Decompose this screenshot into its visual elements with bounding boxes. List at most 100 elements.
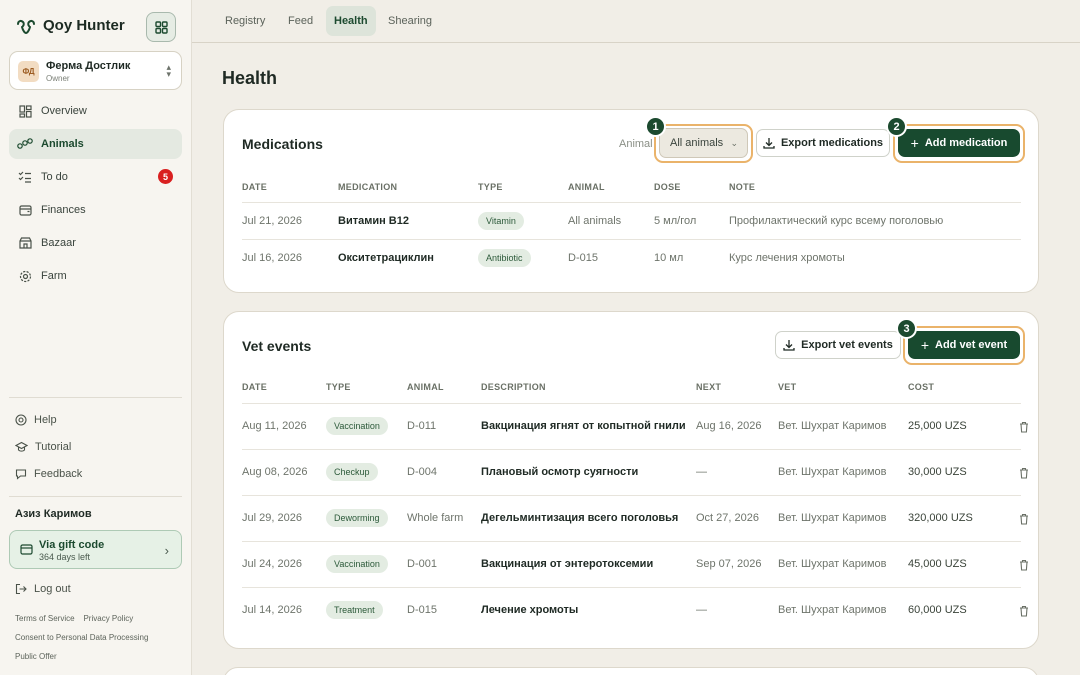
sidebar-item-todo[interactable]: To do 5 [9,162,182,192]
privacy-link[interactable]: Privacy Policy [83,614,133,623]
column-header: DATE [242,382,268,392]
tutorial-link[interactable]: Tutorial [15,441,71,453]
footer-links: Terms of Service Privacy Policy [15,614,133,623]
sidebar-item-finances[interactable]: Finances [9,195,182,225]
user-name: Азиз Каримов [15,508,92,520]
column-header: TYPE [326,382,351,392]
column-header: DESCRIPTION [481,382,546,392]
vet-cell: Вет. Шухрат Каримов [778,558,887,570]
cost-cell: 60,000 UZS [908,604,967,616]
vet-events-title: Vet events [242,338,312,354]
sidebar-item-animals[interactable]: Animals [9,129,182,159]
divider [9,397,182,398]
next-cell: Sep 07, 2026 [696,558,762,570]
add-medication-button[interactable]: + Add medication [898,129,1020,157]
page-title: Health [222,68,278,88]
table-row[interactable]: Jul 21, 2026 Витамин B12 Vitamin All ani… [242,202,1021,239]
sidebar-item-label: Bazaar [41,237,76,249]
cost-cell: 320,000 UZS [908,512,973,524]
table-row[interactable]: Jul 29, 2026 Deworming Whole farm Дегель… [242,495,1028,541]
next-card [223,667,1039,675]
cost-cell: 25,000 UZS [908,420,967,432]
consent-link[interactable]: Consent to Personal Data Processing [15,633,148,642]
bazaar-icon [18,237,32,249]
sidebar-item-farm[interactable]: Farm [9,261,182,291]
table-row[interactable]: Aug 08, 2026 Checkup D-004 Плановый осмо… [242,449,1028,495]
export-medications-button[interactable]: Export medications [756,129,890,157]
todo-icon [18,171,31,183]
type-pill: Deworming [326,509,388,527]
sidebar: Qoy Hunter ФД Ферма Достлик Owner ▴ ▾ Ove… [0,0,192,675]
column-header: MEDICATION [338,182,398,192]
gear-icon [19,270,31,282]
note-cell: Курс лечения хромоты [729,252,845,264]
table-row[interactable]: Jul 24, 2026 Vaccination D-001 Вакцинаци… [242,541,1028,587]
help-icon [15,414,27,426]
column-header: DATE [242,182,268,192]
type-pill: Checkup [326,463,378,481]
animal-cell: D-004 [407,466,437,478]
offer-link[interactable]: Public Offer [15,652,57,661]
column-header: NOTE [729,182,756,192]
export-label: Export medications [780,137,884,149]
gift-code-card[interactable]: Via gift code 364 days left › [9,530,182,569]
trash-icon[interactable] [1018,421,1030,433]
farm-switcher[interactable]: ФД Ферма Достлик Owner ▴ ▾ [9,51,182,90]
table-row[interactable]: Jul 16, 2026 Окситетрациклин Antibiotic … [242,239,1021,276]
gift-title: Via gift code [39,539,105,551]
terms-link[interactable]: Terms of Service [15,614,75,623]
column-header: TYPE [478,182,503,192]
animal-filter-label: Animal [619,138,653,150]
column-header: VET [778,382,797,392]
sidebar-item-label: Overview [41,105,87,117]
export-vet-events-button[interactable]: Export vet events [775,331,901,359]
tab-registry[interactable]: Registry [217,6,273,36]
trash-icon[interactable] [1018,467,1030,479]
trash-icon[interactable] [1018,559,1030,571]
medication-cell: Окситетрациклин [338,252,434,264]
trash-icon[interactable] [1018,513,1030,525]
farm-avatar: ФД [18,61,39,82]
card-icon [20,544,33,555]
date-cell: Jul 21, 2026 [242,215,302,227]
brand[interactable]: Qoy Hunter [16,17,125,34]
medications-title: Medications [242,136,323,152]
date-cell: Jul 14, 2026 [242,604,302,616]
add-vet-event-button[interactable]: + Add vet event [908,331,1020,359]
medication-cell: Витамин B12 [338,215,409,227]
description-cell: Лечение хромоты [481,604,579,616]
table-row[interactable]: Aug 11, 2026 Vaccination D-011 Вакцинаци… [242,403,1028,449]
apps-grid-button[interactable] [146,12,176,42]
tab-shearing[interactable]: Shearing [380,6,440,36]
sidebar-item-label: To do [41,171,68,183]
sidebar-item-bazaar[interactable]: Bazaar [9,228,182,258]
tab-health[interactable]: Health [326,6,376,36]
table-row[interactable]: Jul 14, 2026 Treatment D-015 Лечение хро… [242,587,1028,633]
trash-icon[interactable] [1018,605,1030,617]
gift-subtitle: 364 days left [39,552,91,562]
help-label: Help [34,414,57,426]
help-link[interactable]: Help [15,414,57,426]
cost-cell: 45,000 UZS [908,558,967,570]
cost-cell: 30,000 UZS [908,466,967,478]
tab-feed[interactable]: Feed [280,6,321,36]
sidebar-item-overview[interactable]: Overview [9,96,182,126]
next-cell: — [696,466,707,478]
description-cell: Вакцинация от энтеротоксемии [481,558,654,570]
download-icon [783,340,795,351]
step-marker: 3 [896,318,917,339]
step-marker: 2 [886,116,907,137]
animal-cell: D-015 [407,604,437,616]
logout-link[interactable]: Log out [15,583,71,595]
feedback-link[interactable]: Feedback [15,468,82,480]
column-header: COST [908,382,935,392]
animal-cell: D-001 [407,558,437,570]
finances-icon [18,205,32,216]
graduation-cap-icon [15,441,28,452]
download-icon [763,138,775,149]
description-cell: Дегельминтизация всего поголовья [481,512,679,524]
ram-logo-icon [17,19,35,34]
next-cell: Aug 16, 2026 [696,420,762,432]
vet-cell: Вет. Шухрат Каримов [778,466,887,478]
animal-filter-select[interactable]: All animals ⌄ [659,128,748,158]
